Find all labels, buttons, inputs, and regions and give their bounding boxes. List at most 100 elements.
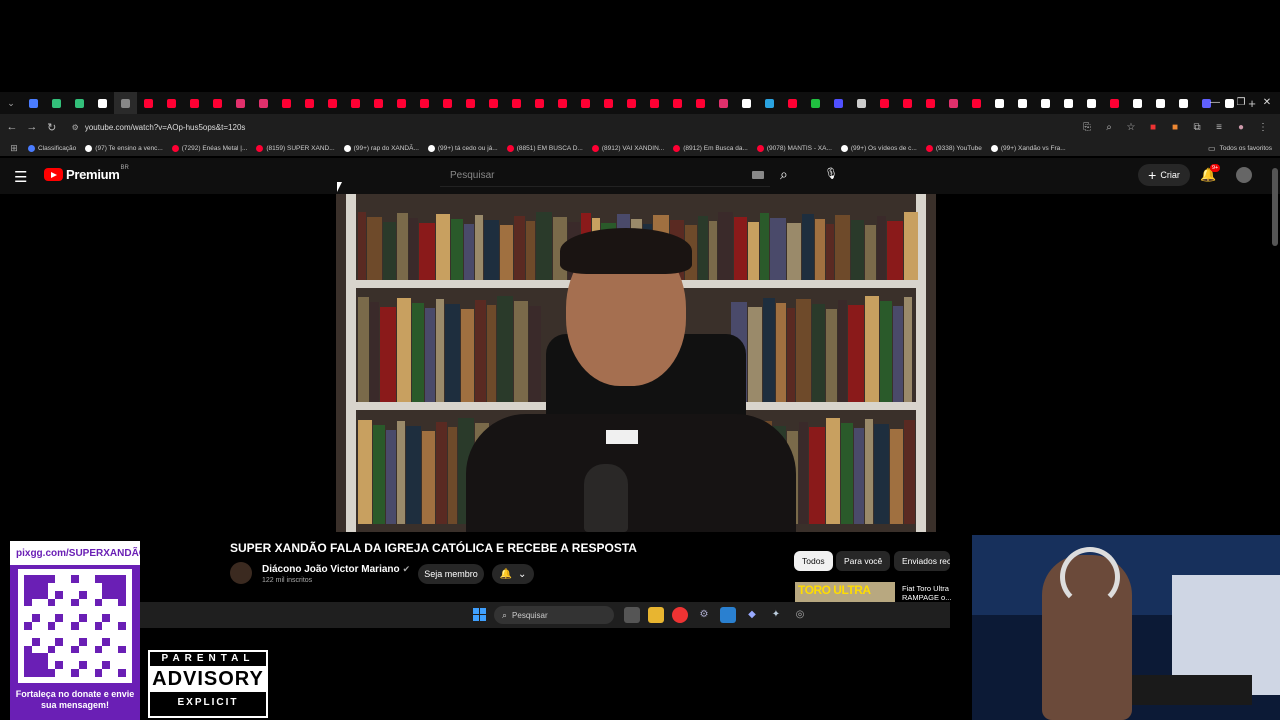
browser-tab[interactable] [574, 92, 597, 114]
browser-tab[interactable] [390, 92, 413, 114]
extensions-puzzle-icon[interactable]: ⧉ [1186, 122, 1208, 133]
browser-tab[interactable] [965, 92, 988, 114]
browser-tab[interactable] [758, 92, 781, 114]
browser-tab[interactable] [827, 92, 850, 114]
recommended-thumbnail[interactable]: TORO ULTRA [795, 582, 895, 602]
file-explorer-icon[interactable] [648, 607, 664, 623]
settings-gear-icon[interactable]: ⚙ [696, 607, 712, 623]
site-info-icon[interactable]: ⚙ [72, 123, 79, 132]
browser-tab[interactable] [298, 92, 321, 114]
browser-tab[interactable] [68, 92, 91, 114]
zoom-icon[interactable]: ⌕ [1098, 122, 1120, 133]
extension-orange-icon[interactable]: ■ [1164, 122, 1186, 133]
channel-avatar[interactable] [230, 562, 252, 584]
browser-tab[interactable] [804, 92, 827, 114]
chip-for-you[interactable]: Para você [836, 551, 891, 571]
minimize-icon[interactable]: — [1202, 92, 1228, 114]
browser-tab[interactable] [344, 92, 367, 114]
bookmark-star-icon[interactable]: ☆ [1120, 122, 1142, 133]
browser-tab[interactable] [275, 92, 298, 114]
browser-tab[interactable] [367, 92, 390, 114]
browser-tab[interactable] [229, 92, 252, 114]
browser-tab[interactable] [942, 92, 965, 114]
browser-tab[interactable] [1172, 92, 1195, 114]
browser-tab[interactable] [45, 92, 68, 114]
microphone-icon[interactable]: 🎙 [822, 165, 840, 183]
browser-tab[interactable] [482, 92, 505, 114]
back-icon[interactable]: ← [2, 121, 22, 133]
recommended-title[interactable]: Fiat Toro Ultra RAMPAGE o... [902, 584, 952, 602]
forward-icon[interactable]: → [22, 121, 42, 133]
browser-tab[interactable] [712, 92, 735, 114]
browser-tab[interactable] [436, 92, 459, 114]
profile-icon[interactable]: ● [1230, 122, 1252, 133]
browser-tab[interactable] [137, 92, 160, 114]
browser-tab[interactable] [1126, 92, 1149, 114]
apps-grid-icon[interactable]: ⊞ [0, 143, 28, 154]
browser-tab[interactable] [919, 92, 942, 114]
browser-tab[interactable] [689, 92, 712, 114]
bookmark-item[interactable]: (8159) SUPER XAND... [256, 144, 335, 152]
browser-tab[interactable] [114, 92, 137, 114]
browser-tab[interactable] [22, 92, 45, 114]
join-button[interactable]: Seja membro [418, 564, 484, 584]
video-player[interactable] [336, 194, 936, 532]
browser-tab[interactable] [850, 92, 873, 114]
browser-tab[interactable] [643, 92, 666, 114]
bookmark-item[interactable]: (8851) EM BUSCA D... [506, 144, 583, 152]
browser-tab[interactable] [206, 92, 229, 114]
browser-tab[interactable] [896, 92, 919, 114]
search-input[interactable]: Pesquisar [440, 165, 770, 187]
chip-all[interactable]: Todos [794, 551, 833, 571]
bookmark-item[interactable]: (99+) Xandão vs Fra... [990, 144, 1066, 152]
bookmark-item[interactable]: (99+) tá cedo ou já... [427, 144, 498, 152]
browser-tab[interactable] [1149, 92, 1172, 114]
steam-icon[interactable]: ✦ [768, 607, 784, 623]
browser-tab[interactable] [252, 92, 275, 114]
taskbar-search-input[interactable]: ⌕ Pesquisar [494, 606, 614, 624]
app-diamond-icon[interactable]: ◆ [744, 607, 760, 623]
bookmark-item[interactable]: (8912) VAI XANDIN... [591, 144, 664, 152]
browser-tab[interactable] [873, 92, 896, 114]
channel-name[interactable]: Diácono João Victor Mariano ✔ [262, 564, 410, 575]
bookmark-item[interactable]: (9078) MANTIS - XA... [756, 144, 832, 152]
browser-tab[interactable] [781, 92, 804, 114]
browser-tab[interactable] [505, 92, 528, 114]
menu-icon[interactable]: ☰ [14, 168, 27, 186]
bookmark-item[interactable]: (7292) Enéas Metal |... [171, 144, 247, 152]
chip-recently-uploaded[interactable]: Enviados rec [894, 551, 950, 571]
chrome-icon[interactable] [672, 607, 688, 623]
tab-search-icon[interactable]: ⌄ [0, 92, 22, 114]
bookmark-item[interactable]: (8912) Em Busca da... [673, 144, 748, 152]
browser-tab[interactable] [413, 92, 436, 114]
install-icon[interactable]: ⎘ [1076, 122, 1098, 133]
app-blue-icon[interactable] [720, 607, 736, 623]
bookmark-item[interactable]: (99+) Os vídeos de c... [840, 144, 917, 152]
youtube-logo[interactable]: Premium BR [44, 165, 129, 182]
browser-tab[interactable] [1057, 92, 1080, 114]
browser-tab[interactable] [551, 92, 574, 114]
app-circle-icon[interactable]: ◎ [792, 607, 808, 623]
browser-menu-icon[interactable]: ⋮ [1252, 122, 1274, 133]
browser-tab[interactable] [1103, 92, 1126, 114]
browser-tab[interactable] [91, 92, 114, 114]
account-avatar[interactable] [1236, 167, 1252, 183]
task-view-icon[interactable] [624, 607, 640, 623]
bookmark-item[interactable]: (97) Te ensino a venc... [85, 144, 163, 152]
all-bookmarks[interactable]: ▭ Todos os favoritos [1208, 140, 1272, 156]
browser-tab[interactable] [735, 92, 758, 114]
browser-tab[interactable] [666, 92, 689, 114]
windows-start-icon[interactable] [473, 608, 486, 621]
bookmark-item[interactable]: (99+) rap do XANDÃ... [343, 144, 419, 152]
browser-tab[interactable] [1034, 92, 1057, 114]
browser-tab[interactable] [620, 92, 643, 114]
reload-icon[interactable]: ↻ [42, 121, 62, 134]
browser-tab[interactable] [321, 92, 344, 114]
browser-tab[interactable] [459, 92, 482, 114]
create-button[interactable]: + Criar [1138, 164, 1190, 186]
browser-tab[interactable] [988, 92, 1011, 114]
browser-tab[interactable] [597, 92, 620, 114]
close-window-icon[interactable]: ✕ [1254, 92, 1280, 114]
maximize-icon[interactable]: ❐ [1228, 92, 1254, 114]
keyboard-icon[interactable] [752, 171, 764, 179]
